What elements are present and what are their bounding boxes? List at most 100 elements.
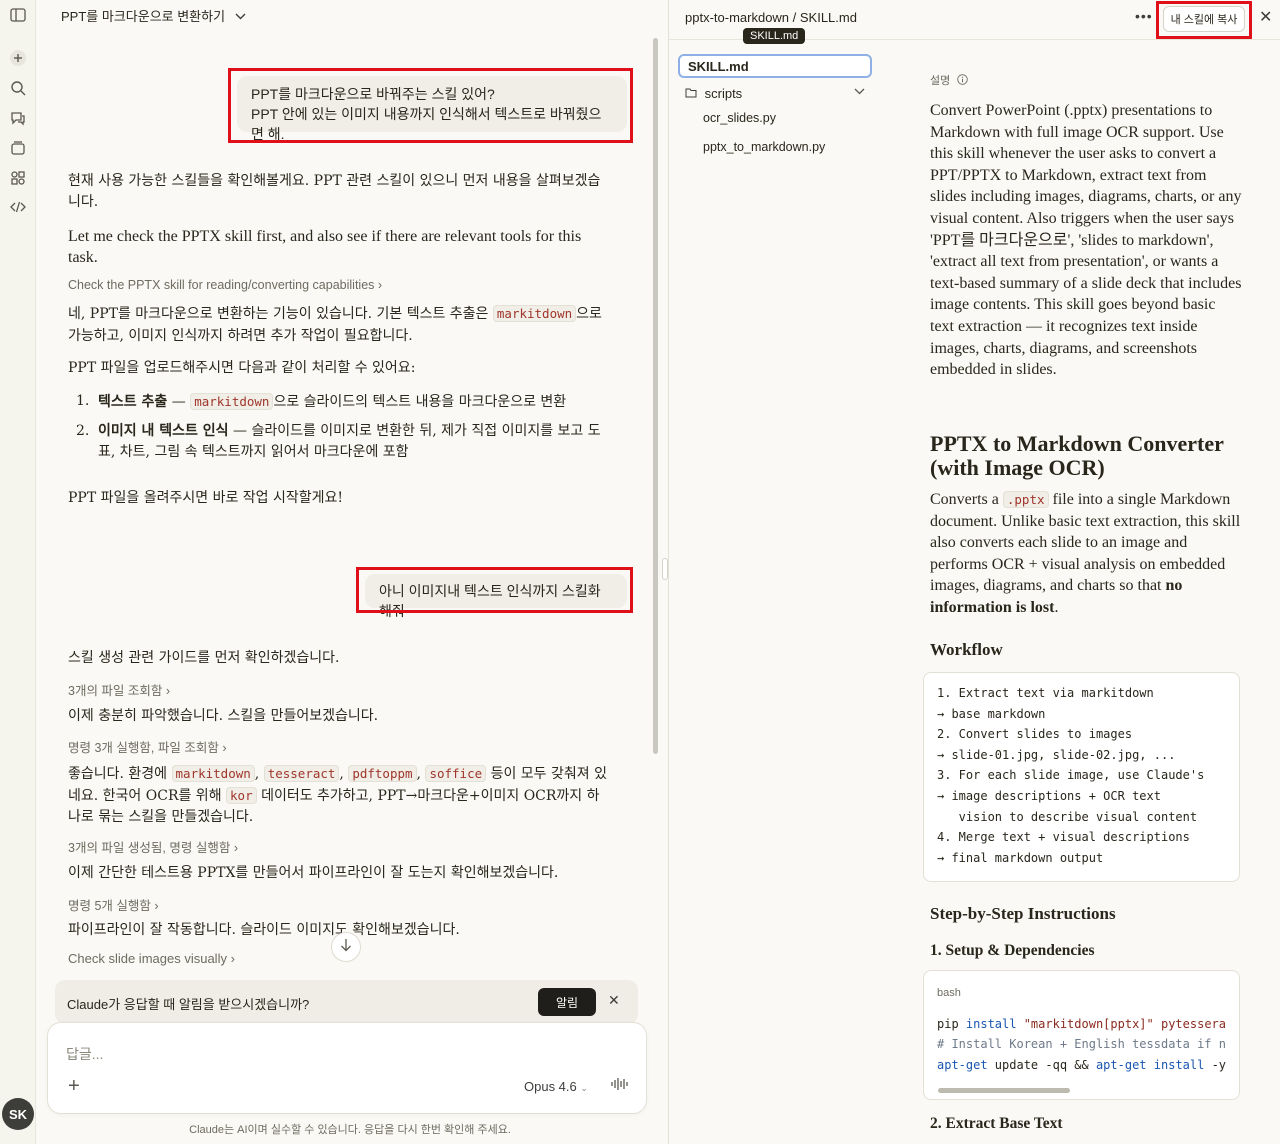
assistant-text: 좋습니다. 환경에 markitdown, tesseract, pdftopp… — [68, 765, 607, 825]
chat-scrollbar[interactable] — [653, 38, 658, 754]
tool-call-label: Check the PPTX skill for reading/convert… — [68, 278, 375, 292]
tool-call-summary[interactable]: Check slide images visually › — [68, 951, 235, 966]
list-item: 1. 텍스트 추출 — markitdown 으로 슬라이드의 텍스트 내용을 마… — [68, 391, 608, 413]
code-line: 3. For each slide image, use Claude's — [937, 768, 1205, 783]
notification-prompt: Claude가 응답할 때 알림을 받으시겠습니까? 알림 ✕ — [55, 980, 638, 1024]
tooltip: SKILL.md — [743, 28, 806, 44]
tool-call-label: 명령 3개 실행함, 파일 조회함 — [68, 741, 219, 755]
list-number: 2. — [76, 423, 90, 439]
code-line: 1. Extract text via markitdown — [937, 686, 1154, 700]
chat-title-menu[interactable]: PPT를 마크다운으로 변환하기 — [61, 6, 246, 25]
inline-code: markitdown — [190, 393, 274, 410]
section-heading: Workflow — [930, 640, 1003, 659]
file-tree-folder-scripts[interactable]: scripts — [685, 86, 865, 101]
inline-code: tesseract — [263, 765, 340, 782]
file-path: pptx-to-markdown / SKILL.md — [685, 10, 857, 25]
scroll-to-bottom-button[interactable] — [331, 932, 361, 962]
code-line: → base markdown — [937, 706, 1046, 721]
message-composer[interactable]: 답글... + Opus 4.6 ⌄ — [47, 1022, 647, 1114]
chevron-right-icon: › — [233, 841, 238, 855]
assistant-text: 네, PPT를 마크다운으로 변환하는 기능이 있습니다. 기본 텍스트 추출은… — [68, 303, 608, 347]
list-item-dash: — — [228, 423, 252, 439]
subsection-heading: 2. Extract Base Text — [930, 1115, 1063, 1132]
new-chat-icon[interactable] — [9, 49, 27, 67]
list-item-bold: 텍스트 추출 — [98, 394, 168, 410]
list-number: 1. — [76, 393, 90, 409]
assistant-text-part: 네, PPT를 마크다운으로 변환하는 기능이 있습니다. 기본 텍스트 추출은 — [68, 306, 489, 322]
code-line: apt-get update -qq && apt-get install -y — [937, 1055, 1226, 1076]
code-token: -y — [1204, 1057, 1227, 1072]
file-tree-item-skill-md[interactable]: SKILL.md — [678, 54, 872, 78]
chevron-right-icon: › — [222, 741, 227, 755]
bash-code-block: bash pip install "markitdown[pptx]" pyte… — [923, 970, 1240, 1100]
tool-call-summary[interactable]: 3개의 파일 조회함 › — [68, 680, 170, 699]
document-view: 설명 Convert PowerPoint (.pptx) presentati… — [923, 40, 1246, 1144]
enable-notifications-button[interactable]: 알림 — [538, 988, 596, 1016]
model-name: Opus 4.6 — [524, 1079, 577, 1094]
projects-icon[interactable] — [9, 139, 27, 157]
chats-icon[interactable] — [9, 109, 27, 127]
tool-call-label: 3개의 파일 조회함 — [68, 684, 163, 698]
avatar[interactable]: SK — [2, 1098, 34, 1130]
code-token: update -qq && — [987, 1057, 1096, 1072]
file-tree-item[interactable]: pptx_to_markdown.py — [703, 140, 825, 154]
chat-area: PPT를 마크다운으로 변환하기 PPT를 마크다운으로 바꿔주는 스킬 있어?… — [37, 0, 663, 1144]
tool-call-summary[interactable]: 명령 3개 실행함, 파일 조회함 › — [68, 737, 226, 756]
list-item-text: 으로 슬라이드의 텍스트 내용을 마크다운으로 변환 — [273, 394, 567, 410]
inline-code: kor — [226, 787, 257, 804]
close-icon[interactable]: ✕ — [1259, 7, 1272, 27]
reply-input[interactable]: 답글... — [66, 1044, 103, 1064]
code-line: → final markdown output — [937, 850, 1104, 865]
description-label-text: 설명 — [930, 75, 951, 87]
tool-call-summary[interactable]: 3개의 파일 생성됨, 명령 실행함 › — [68, 837, 238, 856]
copy-to-my-skills-button[interactable]: 내 스킬에 복사 — [1163, 6, 1245, 32]
left-rail: SK — [0, 0, 36, 1144]
close-icon[interactable]: ✕ — [608, 992, 620, 1009]
voice-icon[interactable] — [610, 1076, 630, 1095]
add-attachment-icon[interactable]: + — [68, 1075, 80, 1098]
code-scrollbar[interactable] — [938, 1088, 1070, 1093]
arrow-down-icon — [340, 938, 352, 956]
code-line: 2. Convert slides to images — [937, 727, 1133, 742]
chevron-down-icon — [854, 86, 865, 98]
model-selector[interactable]: Opus 4.6 ⌄ — [524, 1079, 588, 1094]
sidebar-toggle-icon[interactable] — [9, 6, 27, 24]
artifacts-icon[interactable] — [9, 169, 27, 187]
subsection-heading: 1. Setup & Dependencies — [930, 942, 1095, 959]
code-icon[interactable] — [9, 198, 27, 216]
chevron-right-icon: › — [377, 278, 383, 292]
assistant-text: 이제 충분히 파악했습니다. 스킬을 만들어보겠습니다. — [68, 708, 379, 724]
chevron-down-icon: ⌄ — [580, 1083, 588, 1093]
list-item-dash: — — [167, 394, 191, 410]
more-options-icon[interactable]: ••• — [1135, 8, 1153, 24]
user-message-line: PPT 안에 있는 이미지 내용까지 인식해서 텍스트로 바꿔줬으면 해. — [251, 106, 602, 142]
chevron-right-icon: › — [154, 899, 159, 913]
file-tree-item[interactable]: ocr_slides.py — [703, 111, 776, 125]
code-line: 4. Merge text + visual descriptions — [937, 830, 1190, 845]
skill-panel: pptx-to-markdown / SKILL.md ••• 내 스킬에 복사… — [668, 0, 1280, 1144]
assistant-text: 이제 간단한 테스트용 PPTX를 만들어서 파이프라인이 잘 도는지 확인해보… — [68, 865, 559, 881]
code-token: apt-get — [937, 1057, 988, 1072]
info-icon[interactable] — [953, 74, 969, 87]
code-line: → image descriptions + OCR text — [937, 788, 1161, 803]
assistant-text: 스킬 생성 관련 가이드를 먼저 확인하겠습니다. — [68, 650, 340, 666]
assistant-text-part: 좋습니다. 환경에 — [68, 766, 168, 782]
list-item-bold: 이미지 내 텍스트 인식 — [98, 423, 229, 439]
code-token: "markitdown[pptx]" pytessera — [1016, 1016, 1226, 1031]
user-message-line: PPT를 마크다운으로 바꿔주는 스킬 있어? — [251, 86, 495, 102]
user-message: PPT를 마크다운으로 바꿔주는 스킬 있어? PPT 안에 있는 이미지 내용… — [237, 76, 627, 142]
inline-code: soffice — [425, 765, 487, 782]
tool-call-label: Check slide images visually — [68, 951, 227, 966]
chat-title: PPT를 마크다운으로 변환하기 — [61, 9, 226, 24]
tool-call-summary[interactable]: 명령 5개 실행함 › — [68, 895, 159, 914]
notification-text: Claude가 응답할 때 알림을 받으시겠습니까? — [67, 997, 310, 1012]
assistant-text: PPT 파일을 올려주시면 바로 작업 시작할게요! — [68, 490, 344, 506]
search-icon[interactable] — [9, 79, 27, 97]
chevron-right-icon: › — [230, 951, 235, 966]
folder-label: scripts — [704, 86, 743, 101]
chevron-down-icon — [235, 8, 246, 23]
tool-call-summary[interactable]: Check the PPTX skill for reading/convert… — [68, 278, 382, 292]
list-item: 2. 이미지 내 텍스트 인식 — 슬라이드를 이미지로 변환한 뒤, 제가 직… — [68, 421, 608, 463]
code-token: install — [965, 1016, 1017, 1031]
